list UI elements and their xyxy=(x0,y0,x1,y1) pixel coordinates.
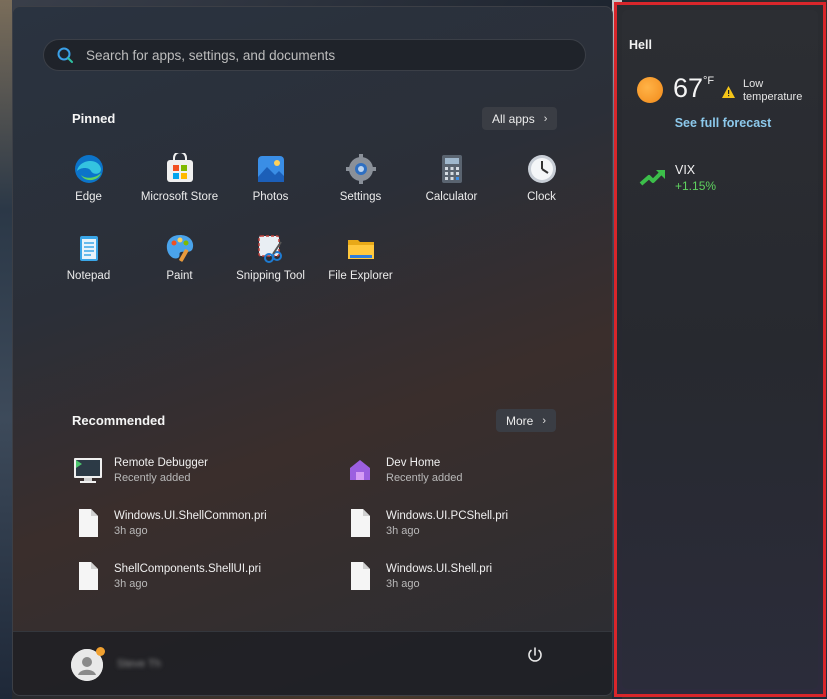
recommended-item-name: Windows.UI.ShellCommon.pri xyxy=(114,509,267,522)
widget-panel: Hell 67 °F Low temperature See full fore… xyxy=(614,2,826,697)
search-input[interactable] xyxy=(86,47,546,63)
app-label: Paint xyxy=(166,270,193,282)
recommended-item[interactable]: Windows.UI.ShellCommon.pri 3h ago xyxy=(72,503,267,543)
pinned-app-settings[interactable]: Settings xyxy=(315,147,406,219)
rec-icon-wrap xyxy=(72,507,104,539)
remote-debugger-icon xyxy=(74,458,102,483)
notepad-icon xyxy=(79,236,98,261)
recommended-item-time: 3h ago xyxy=(386,524,420,537)
recommended-item-time: Recently added xyxy=(114,471,191,484)
rec-icon-wrap xyxy=(72,560,104,592)
trending-up-icon xyxy=(639,170,665,186)
recommended-title: Recommended xyxy=(72,413,166,428)
file-icon xyxy=(351,509,370,537)
calculator-icon xyxy=(441,155,462,183)
recommended-item-name: Windows.UI.Shell.pri xyxy=(386,562,493,575)
app-label: Notepad xyxy=(66,270,111,282)
snipping-tool-icon xyxy=(257,235,282,263)
pinned-title: Pinned xyxy=(72,111,116,126)
pinned-app-edge[interactable]: Edge xyxy=(43,147,134,219)
pinned-app-file-explorer[interactable]: File Explorer xyxy=(315,226,406,298)
pinned-app-paint[interactable]: Paint xyxy=(134,226,225,298)
recommended-item-name: Windows.UI.PCShell.pri xyxy=(386,509,509,522)
search-icon xyxy=(57,47,73,63)
rec-icon-wrap xyxy=(72,454,104,486)
recommended-item[interactable]: Dev Home Recently added xyxy=(344,450,462,490)
clock-icon xyxy=(527,155,556,183)
sunny-icon xyxy=(637,77,663,103)
app-label: Clock xyxy=(527,191,556,203)
pinned-app-microsoft-store[interactable]: Microsoft Store xyxy=(134,147,225,219)
store-icon xyxy=(166,153,193,182)
app-label: File Explorer xyxy=(328,270,393,282)
dev-home-icon xyxy=(350,460,370,480)
rec-icon-wrap xyxy=(344,454,376,486)
rec-icon-wrap xyxy=(344,507,376,539)
settings-icon xyxy=(345,154,376,184)
pinned-app-snipping-tool[interactable]: Snipping Tool xyxy=(225,226,316,298)
edge-icon xyxy=(74,155,103,183)
desktop-background xyxy=(0,0,12,699)
notification-dot xyxy=(96,647,105,656)
recommended-item[interactable]: ShellComponents.ShellUI.pri 3h ago xyxy=(72,556,261,596)
pinned-app-calculator[interactable]: Calculator xyxy=(406,147,497,219)
temperature-unit: °F xyxy=(703,75,715,87)
stock-change: +1.15% xyxy=(675,179,717,193)
start-menu: Pinned All apps › Edge Microsoft Store P… xyxy=(12,6,613,696)
see-full-forecast-link[interactable]: See full forecast xyxy=(617,116,827,130)
app-label: Edge xyxy=(75,191,102,203)
pinned-app-notepad[interactable]: Notepad xyxy=(43,226,134,298)
widget-panel-inner xyxy=(622,10,818,689)
app-label: Photos xyxy=(252,191,289,203)
recommended-item-time: 3h ago xyxy=(386,577,420,590)
file-icon xyxy=(79,562,98,590)
recommended-item-name: Dev Home xyxy=(386,456,441,469)
app-label: Snipping Tool xyxy=(236,270,305,282)
rec-icon-wrap xyxy=(344,560,376,592)
recommended-item-time: Recently added xyxy=(386,471,463,484)
file-icon xyxy=(79,509,98,537)
more-label: More xyxy=(506,413,534,428)
app-label: Microsoft Store xyxy=(140,191,219,203)
recommended-item-name: ShellComponents.ShellUI.pri xyxy=(114,562,262,575)
recommended-item[interactable]: Windows.UI.Shell.pri 3h ago xyxy=(344,556,492,596)
paint-icon xyxy=(166,235,193,262)
all-apps-label: All apps xyxy=(492,111,535,126)
weather-alert[interactable]: Low temperature xyxy=(743,78,823,104)
file-explorer-icon xyxy=(347,240,374,259)
power-icon[interactable] xyxy=(526,646,544,664)
all-apps-button[interactable]: All apps › xyxy=(482,107,558,130)
recommended-item-time: 3h ago xyxy=(114,577,148,590)
file-icon xyxy=(351,562,370,590)
search-box[interactable] xyxy=(43,39,586,71)
start-footer: Steve Th xyxy=(13,631,612,695)
app-label: Settings xyxy=(339,191,382,203)
user-name[interactable]: Steve Th xyxy=(117,658,161,670)
chevron-right-icon: › xyxy=(542,414,547,427)
recommended-item[interactable]: Windows.UI.PCShell.pri 3h ago xyxy=(344,503,508,543)
weather-location[interactable]: Hell xyxy=(629,38,652,52)
recommended-item-time: 3h ago xyxy=(114,524,148,537)
recommended-item-name: Remote Debugger xyxy=(114,456,208,469)
temperature: 67 xyxy=(673,73,704,103)
photos-icon xyxy=(257,156,284,182)
more-button[interactable]: More › xyxy=(496,409,557,432)
pinned-app-clock[interactable]: Clock xyxy=(496,147,587,219)
pinned-app-photos[interactable]: Photos xyxy=(225,147,316,219)
app-label: Calculator xyxy=(425,191,478,203)
stock-symbol[interactable]: VIX xyxy=(675,163,695,177)
chevron-right-icon: › xyxy=(543,112,548,125)
recommended-item[interactable]: Remote Debugger Recently added xyxy=(72,450,208,490)
warning-icon xyxy=(722,86,735,98)
